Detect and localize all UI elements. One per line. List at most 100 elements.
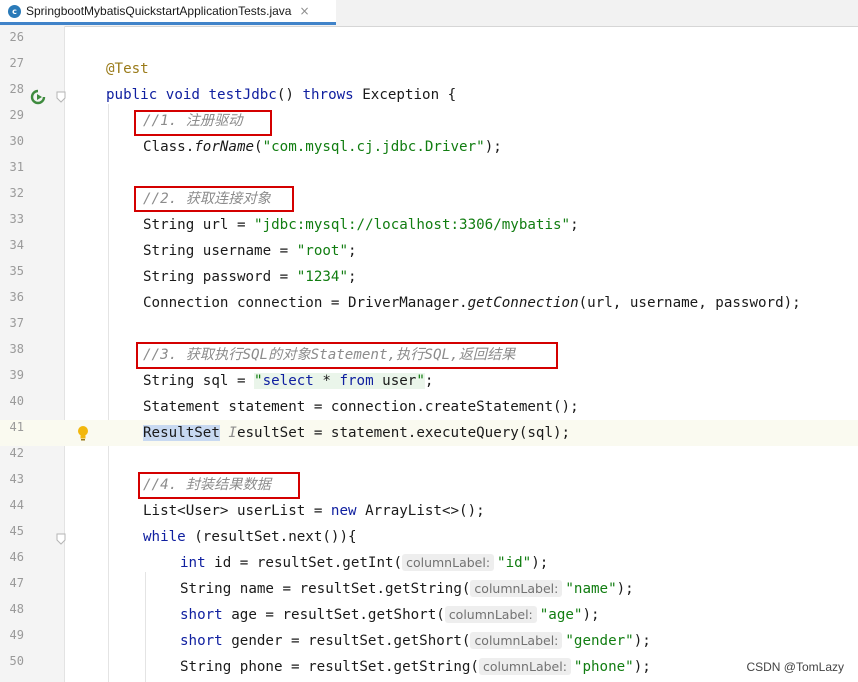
code-token: esultSet = statement.executeQuery(sql);: [236, 425, 571, 441]
code-line[interactable]: 26: [0, 30, 858, 56]
code-token: String password =: [143, 269, 297, 285]
highlight-box-step3: [136, 342, 558, 369]
code-text: String phone = resultSet.getString(colum…: [180, 654, 651, 680]
code-text: int id = resultSet.getInt(columnLabel: "i…: [180, 550, 548, 576]
code-line[interactable]: 34 String username = "root";: [0, 238, 858, 264]
line-number: 50: [9, 654, 24, 668]
code-line[interactable]: 36 Connection connection = DriverManager.…: [0, 290, 858, 316]
code-line[interactable]: 30 Class.forName("com.mysql.cj.jdbc.Drive…: [0, 134, 858, 160]
code-token: public void: [106, 87, 209, 103]
code-token: (resultSet.next()){: [185, 529, 357, 545]
code-line[interactable]: 29//1. 注册驱动: [0, 108, 858, 134]
code-token: int: [180, 555, 206, 571]
code-token: "id": [497, 555, 532, 571]
code-line[interactable]: 48 short age = resultSet.getShort(columnL…: [0, 602, 858, 628]
line-number: 26: [9, 30, 24, 44]
line-number: 45: [9, 524, 24, 538]
code-token: );: [616, 581, 634, 597]
code-text: String sql = "select * from user";: [143, 368, 433, 394]
code-token: );: [531, 555, 549, 571]
code-line[interactable]: 50 String phone = resultSet.getString(col…: [0, 654, 858, 680]
code-line[interactable]: 45 while (resultSet.next()){: [0, 524, 858, 550]
code-token: );: [633, 633, 651, 649]
code-text: ResultSet IesultSet = statement.executeQ…: [143, 420, 570, 446]
highlight-box-step2: [134, 186, 294, 212]
code-token: testJdbc: [208, 87, 277, 103]
code-line[interactable]: 44 List<User> userList = new ArrayList<>(…: [0, 498, 858, 524]
intention-bulb-icon[interactable]: [76, 425, 90, 441]
code-token: ;: [570, 217, 579, 233]
line-number: 27: [9, 56, 24, 70]
code-line[interactable]: 43//4. 封装结果数据: [0, 472, 858, 498]
code-token: ArrayList<>();: [356, 503, 485, 519]
code-line[interactable]: 42: [0, 446, 858, 472]
code-token: forName: [194, 139, 255, 155]
code-line[interactable]: 32//2. 获取连接对象: [0, 186, 858, 212]
code-token: String url =: [143, 217, 255, 233]
line-number: 44: [9, 498, 24, 512]
line-number: 46: [9, 550, 24, 564]
line-number: 48: [9, 602, 24, 616]
code-token: *: [313, 373, 340, 389]
code-token: from: [339, 373, 374, 389]
line-number: 40: [9, 394, 24, 408]
parameter-hint: columnLabel:: [478, 658, 571, 675]
code-token: "phone": [573, 659, 634, 675]
code-token: Class.: [143, 139, 195, 155]
line-number: 35: [9, 264, 24, 278]
code-token: select: [262, 373, 314, 389]
fold-marker-icon[interactable]: [56, 533, 66, 545]
line-number: 37: [9, 316, 24, 330]
editor-tab-bar: c SpringbootMybatisQuickstartApplication…: [0, 0, 858, 27]
code-token: ": [416, 373, 425, 389]
line-number: 29: [9, 108, 24, 122]
code-token: "jdbc:mysql://localhost:3306/mybatis": [254, 217, 571, 233]
code-token: id = resultSet.getInt(: [205, 555, 403, 571]
close-icon[interactable]: ×: [299, 4, 309, 18]
code-text: List<User> userList = new ArrayList<>();: [143, 498, 485, 524]
code-line[interactable]: 37: [0, 316, 858, 342]
code-text: String username = "root";: [143, 238, 357, 264]
code-token: getConnection: [467, 295, 579, 311]
line-number: 49: [9, 628, 24, 642]
parameter-hint: columnLabel:: [470, 580, 563, 597]
code-line[interactable]: 33 String url = "jdbc:mysql://localhost:3…: [0, 212, 858, 238]
code-text: String password = "1234";: [143, 264, 357, 290]
code-token: ": [254, 373, 263, 389]
code-token: );: [484, 139, 502, 155]
line-number: 32: [9, 186, 24, 200]
code-token: throws: [302, 87, 354, 103]
code-line[interactable]: 31: [0, 160, 858, 186]
line-number: 47: [9, 576, 24, 590]
code-line[interactable]: 28 public void testJdbc() throws Exceptio…: [0, 82, 858, 108]
code-line[interactable]: 46 int id = resultSet.getInt(columnLabel:…: [0, 550, 858, 576]
fold-marker-icon[interactable]: [56, 91, 66, 103]
code-line[interactable]: 39 String sql = "select * from user";: [0, 368, 858, 394]
code-line[interactable]: 47 String name = resultSet.getString(colu…: [0, 576, 858, 602]
code-line[interactable]: 41 ResultSet IesultSet = statement.execut…: [0, 420, 858, 446]
code-line[interactable]: 27 @Test: [0, 56, 858, 82]
code-text: String url = "jdbc:mysql://localhost:330…: [143, 212, 579, 238]
code-text: Class.forName("com.mysql.cj.jdbc.Driver"…: [143, 134, 502, 160]
line-number: 43: [9, 472, 24, 486]
code-token: String sql =: [143, 373, 255, 389]
code-token: "1234": [296, 269, 348, 285]
watermark: CSDN @TomLazy: [746, 660, 844, 674]
run-test-icon[interactable]: [30, 89, 46, 105]
code-line[interactable]: 35 String password = "1234";: [0, 264, 858, 290]
parameter-hint: columnLabel:: [402, 554, 495, 571]
code-line[interactable]: 49 short gender = resultSet.getShort(colu…: [0, 628, 858, 654]
highlight-box-step1: [134, 110, 272, 136]
code-line[interactable]: 40 Statement statement = connection.creat…: [0, 394, 858, 420]
code-token: Exception {: [353, 87, 457, 103]
code-text: @Test: [106, 56, 149, 82]
java-class-icon: c: [8, 4, 21, 18]
code-token: String name = resultSet.getString(: [180, 581, 471, 597]
line-number: 42: [9, 446, 24, 460]
code-text: public void testJdbc() throws Exception …: [106, 82, 456, 108]
code-token: Connection connection = DriverManager.: [143, 295, 468, 311]
editor-tab[interactable]: c SpringbootMybatisQuickstartApplication…: [0, 0, 336, 25]
code-token: "com.mysql.cj.jdbc.Driver": [262, 139, 485, 155]
code-token: List<User> userList =: [143, 503, 331, 519]
tab-title: SpringbootMybatisQuickstartApplicationTe…: [26, 4, 292, 18]
